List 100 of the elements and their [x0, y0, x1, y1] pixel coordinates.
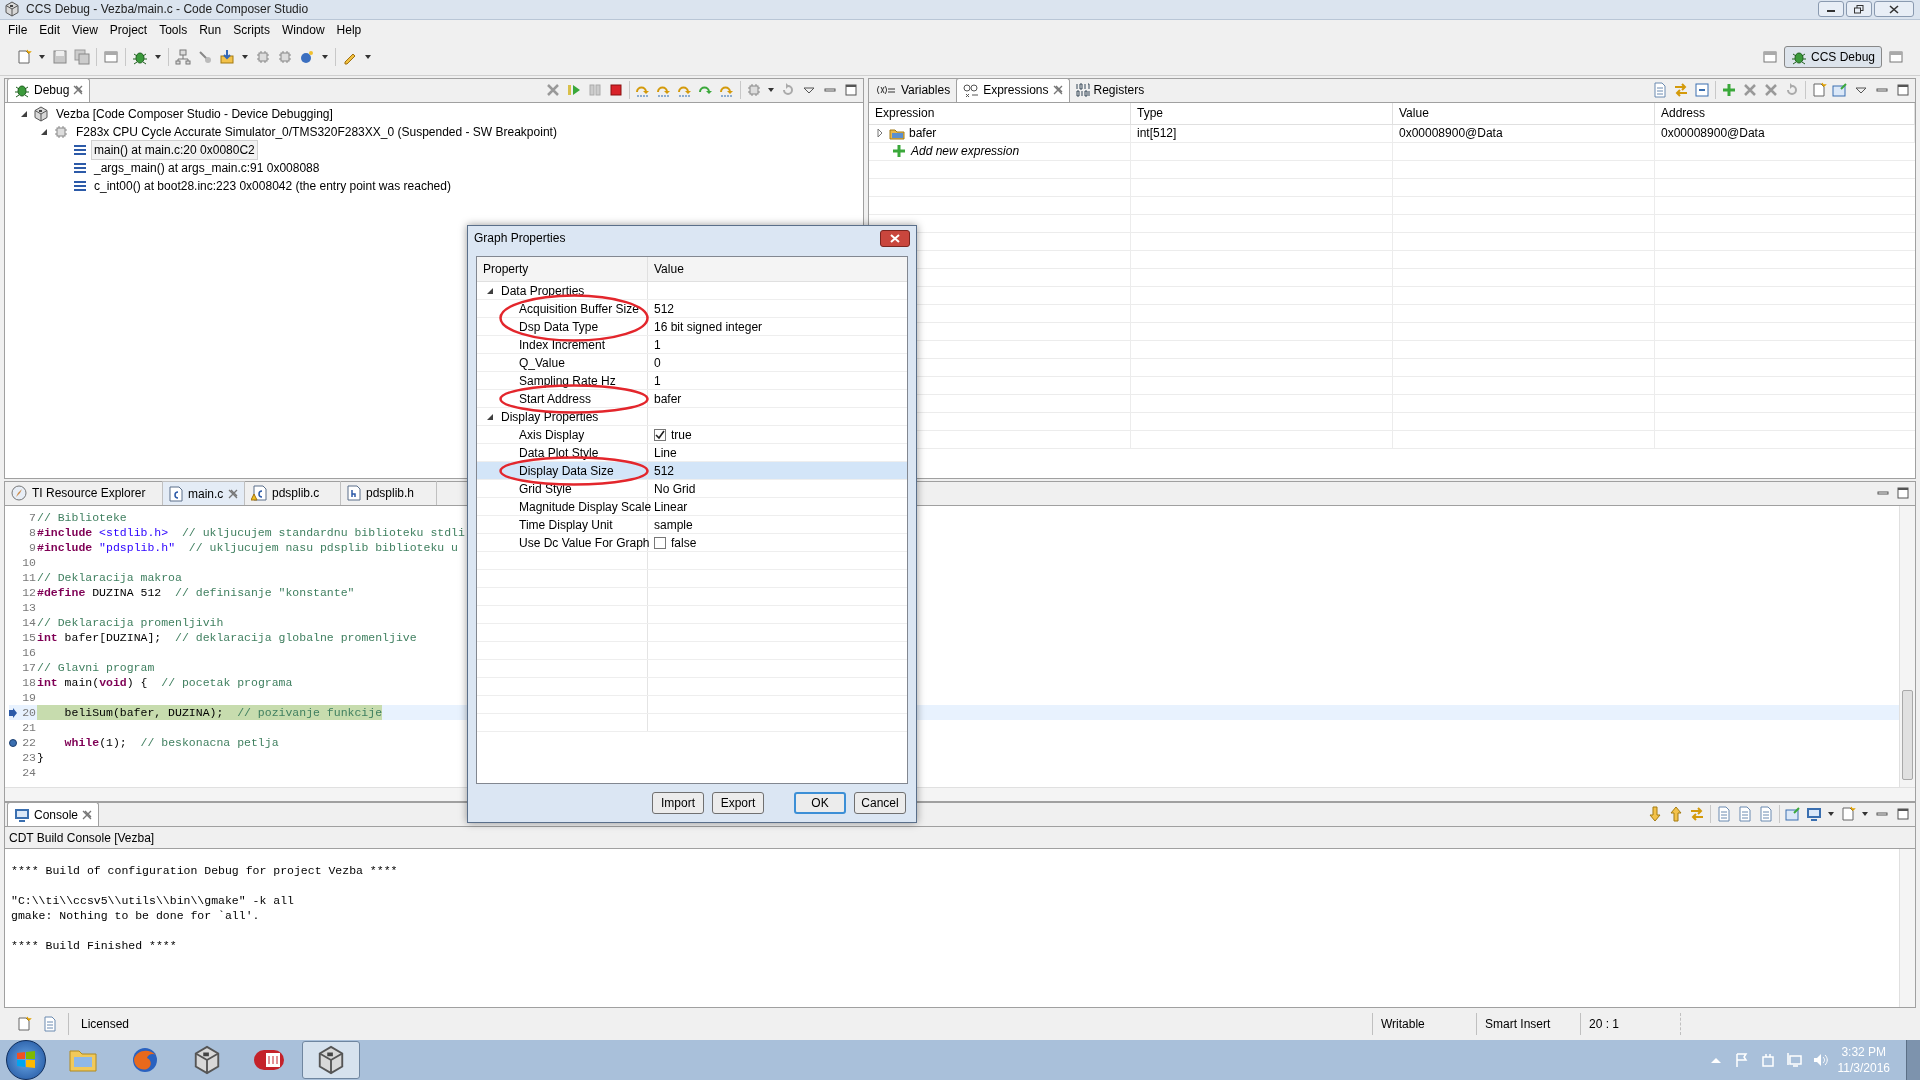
tree-item[interactable]: _args_main() at args_main.c:91 0x008088: [91, 157, 323, 178]
maximize-icon[interactable]: [843, 81, 859, 98]
window-icon[interactable]: [103, 49, 119, 66]
property-row[interactable]: Time Display Unit sample: [477, 516, 907, 534]
monitor-icon[interactable]: [1806, 806, 1822, 823]
new-file-icon[interactable]: [16, 1016, 32, 1033]
breakpoint-icon[interactable]: [9, 737, 17, 748]
x-icon[interactable]: [1742, 81, 1758, 98]
plug-icon[interactable]: [197, 49, 213, 66]
new-file-icon[interactable]: [1840, 806, 1856, 823]
checkbox[interactable]: [654, 428, 666, 441]
close-button[interactable]: [1874, 1, 1914, 18]
column-header[interactable]: Property: [483, 260, 529, 278]
property-row[interactable]: Use Dc Value For Graph false: [477, 534, 907, 552]
swap-icon[interactable]: [1673, 81, 1689, 98]
add-expression-link[interactable]: Add new expression: [911, 142, 1020, 161]
menu-item[interactable]: Edit: [33, 20, 67, 39]
download-icon[interactable]: [219, 49, 235, 66]
doc-icon[interactable]: [1758, 806, 1774, 823]
menu-item[interactable]: Run: [193, 20, 228, 39]
property-row[interactable]: Index Increment 1: [477, 336, 907, 354]
editor-tab[interactable]: pdsplib.h: [341, 481, 437, 506]
network-icon[interactable]: [1785, 1052, 1802, 1068]
refresh-icon[interactable]: [780, 81, 796, 98]
minimize-button[interactable]: [1818, 1, 1844, 18]
column-header[interactable]: Address: [1661, 104, 1706, 123]
maximize-icon[interactable]: [1895, 485, 1911, 502]
power-plug-icon[interactable]: [1759, 1052, 1776, 1068]
column-header[interactable]: Value: [654, 260, 684, 278]
column-header[interactable]: Value: [1399, 104, 1429, 123]
menu-item[interactable]: Scripts: [227, 20, 276, 39]
checkbox[interactable]: [654, 536, 666, 549]
remove-icon[interactable]: [1763, 81, 1779, 98]
pause-icon[interactable]: [587, 81, 603, 98]
arrow-up-icon[interactable]: [1668, 806, 1684, 823]
flag-icon[interactable]: [1733, 1052, 1750, 1068]
chip-icon[interactable]: [277, 49, 293, 66]
pin-icon[interactable]: [1832, 81, 1848, 98]
perspective-button[interactable]: CCS Debug: [1783, 46, 1882, 69]
view-tab[interactable]: Console: [7, 802, 100, 827]
save-icon[interactable]: [52, 49, 68, 66]
column-header[interactable]: Type: [1137, 104, 1163, 123]
tree-item[interactable]: F283x CPU Cycle Accurate Simulator_0/TMS320F283XX_0 (Suspended - SW Breakpoint): [73, 121, 560, 142]
property-row[interactable]: Acquisition Buffer Size 512: [477, 300, 907, 318]
restore-button[interactable]: [1846, 1, 1872, 18]
menu-item[interactable]: Help: [330, 20, 368, 39]
editor-tab[interactable]: main.c: [163, 481, 245, 506]
show-desktop-button[interactable]: [1906, 1040, 1920, 1080]
window-icon[interactable]: [1888, 49, 1904, 66]
ball-icon[interactable]: [299, 49, 315, 66]
arrow-down-icon[interactable]: [1647, 806, 1663, 823]
tree-item[interactable]: main() at main.c:20 0x0080C2: [91, 139, 258, 160]
view-tab[interactable]: Variables: [871, 77, 957, 102]
doc-icon[interactable]: [42, 1016, 58, 1033]
vertical-scrollbar[interactable]: [1899, 506, 1915, 788]
taskbar-app[interactable]: [302, 1041, 360, 1079]
property-row[interactable]: Grid Style No Grid: [477, 480, 907, 498]
tree-item[interactable]: Vezba [Code Composer Studio - Device Debugging]: [53, 103, 336, 124]
property-group[interactable]: Data Properties: [501, 281, 585, 300]
maximize-icon[interactable]: [1895, 806, 1911, 823]
dialog-button[interactable]: Cancel: [854, 792, 906, 814]
window-icon[interactable]: [1761, 49, 1778, 66]
bug-icon[interactable]: [132, 49, 148, 66]
property-row[interactable]: Display Data Size 512: [477, 462, 907, 480]
close-icon[interactable]: [73, 85, 84, 96]
menu-item[interactable]: Project: [103, 20, 154, 39]
property-row[interactable]: Q_Value 0: [477, 354, 907, 372]
new-file-icon[interactable]: [1811, 81, 1827, 98]
property-group[interactable]: Display Properties: [501, 407, 599, 426]
doc-icon[interactable]: [1737, 806, 1753, 823]
menu-item[interactable]: File: [2, 20, 34, 39]
dialog-button[interactable]: Export: [712, 792, 764, 814]
view-tab[interactable]: Debug: [7, 77, 91, 102]
swap-icon[interactable]: [1689, 806, 1705, 823]
close-button[interactable]: [880, 229, 910, 247]
speaker-icon[interactable]: [1811, 1052, 1828, 1068]
save-all-icon[interactable]: [74, 49, 90, 66]
remove-icon[interactable]: [545, 81, 561, 98]
close-icon[interactable]: [82, 809, 93, 820]
refresh-icon[interactable]: [1784, 81, 1800, 98]
column-header[interactable]: Expression: [875, 104, 935, 123]
property-row[interactable]: Sampling Rate Hz 1: [477, 372, 907, 390]
network-icon[interactable]: [175, 49, 191, 66]
pin-icon[interactable]: [1785, 806, 1801, 823]
collapsed-arrow-icon[interactable]: [875, 128, 885, 139]
close-icon[interactable]: [1052, 85, 1063, 96]
chip-icon[interactable]: [746, 81, 762, 98]
editor-tab[interactable]: pdsplib.c: [245, 481, 341, 506]
tree-item[interactable]: c_int00() at boot28.inc:223 0x008042 (the entry point was reached): [91, 175, 454, 196]
collapse-icon[interactable]: [1694, 81, 1710, 98]
property-row[interactable]: Start Address bafer: [477, 390, 907, 408]
menu-item[interactable]: Tools: [153, 20, 194, 39]
start-button[interactable]: [6, 1040, 46, 1080]
property-row[interactable]: Axis Display true: [477, 426, 907, 444]
doc-icon[interactable]: [1652, 81, 1668, 98]
menu-item[interactable]: Window: [275, 20, 331, 39]
view-tab[interactable]: Registers: [1069, 77, 1151, 102]
property-row[interactable]: Dsp Data Type 16 bit signed integer: [477, 318, 907, 336]
close-icon[interactable]: [228, 488, 239, 499]
view-tab[interactable]: Expressions: [956, 77, 1070, 102]
